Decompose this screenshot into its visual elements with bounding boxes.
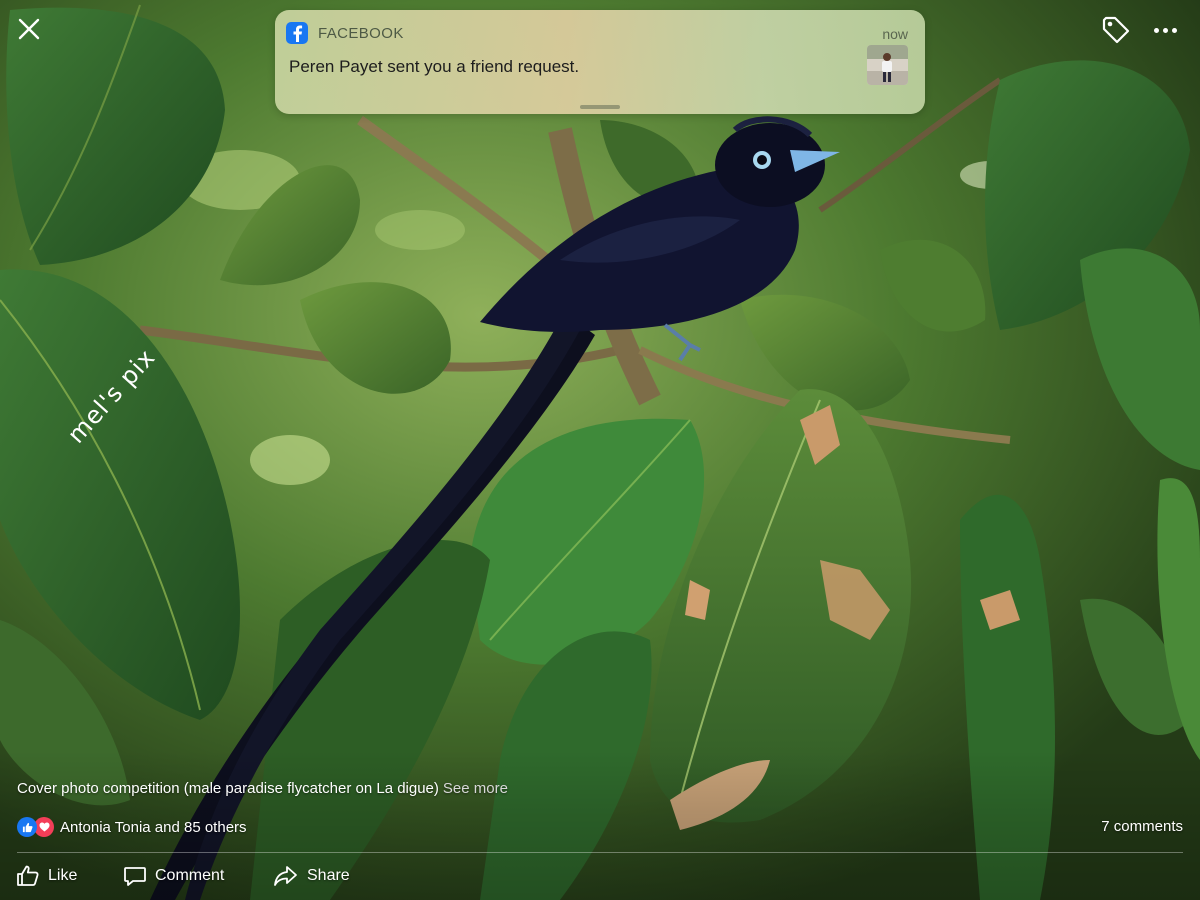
like-button[interactable]: Like	[16, 864, 77, 888]
comment-button[interactable]: Comment	[123, 864, 224, 888]
reactors-text[interactable]: Antonia Tonia and 85 others	[60, 819, 247, 836]
share-icon	[274, 866, 297, 886]
more-icon	[1153, 27, 1159, 33]
notification-app-name: FACEBOOK	[318, 25, 404, 42]
tag-button[interactable]	[1100, 14, 1132, 46]
close-button[interactable]	[14, 14, 44, 44]
facebook-icon	[286, 22, 308, 44]
love-reaction-icon	[34, 817, 54, 837]
comment-icon	[124, 867, 146, 886]
like-reaction-icon	[17, 817, 37, 837]
reactions-summary[interactable]: Antonia Tonia and 85 others	[17, 817, 247, 837]
share-label: Share	[307, 867, 350, 884]
actions-divider	[17, 852, 1183, 853]
tag-icon	[1102, 16, 1130, 44]
notification-grabber[interactable]	[580, 105, 620, 109]
sender-avatar	[867, 45, 908, 85]
comment-label: Comment	[155, 867, 225, 884]
post-caption: Cover photo competition (male paradise f…	[17, 780, 508, 797]
more-options-button[interactable]	[1148, 14, 1182, 46]
see-more-link[interactable]: See more	[443, 780, 508, 797]
like-label: Like	[48, 867, 78, 884]
notification-message: Peren Payet sent you a friend request.	[289, 57, 580, 76]
notification-time: now	[882, 26, 908, 42]
comments-count[interactable]: 7 comments	[1101, 818, 1183, 835]
caption-text: Cover photo competition (male paradise f…	[17, 780, 439, 797]
close-icon	[18, 18, 40, 40]
share-button[interactable]: Share	[273, 864, 350, 888]
friend-request-notification[interactable]: FACEBOOK now Peren Payet sent you a frie…	[275, 10, 925, 114]
like-icon	[17, 865, 39, 886]
